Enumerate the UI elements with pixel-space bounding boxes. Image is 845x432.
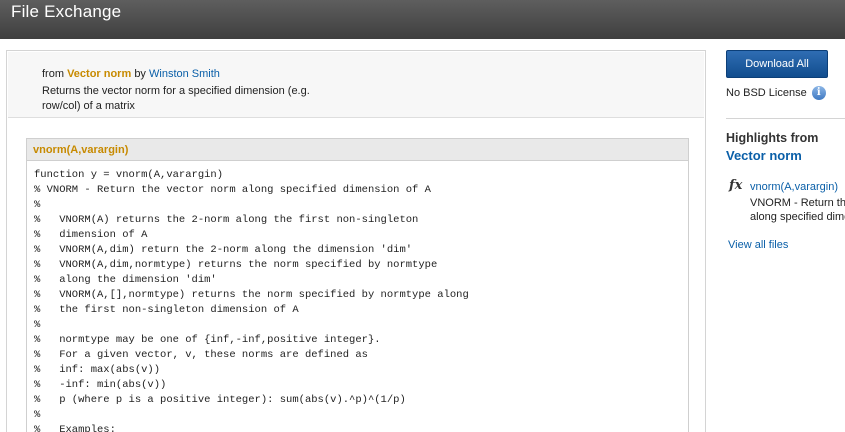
code-line: % along the dimension 'dim': [34, 274, 217, 286]
highlight-desc-line: VNORM - Return the: [750, 197, 845, 209]
info-icon[interactable]: i: [811, 86, 826, 100]
code-line: %: [34, 319, 41, 331]
code-line: % inf: max(abs(v)): [34, 364, 161, 376]
code-line: % VNORM(A,dim,normtype) returns the norm…: [34, 259, 438, 271]
download-all-button[interactable]: Download All: [726, 50, 828, 78]
code-line: % For a given vector, v, these norms are…: [34, 349, 368, 361]
highlight-description: VNORM - Return the along specified dime: [750, 196, 845, 224]
author-link[interactable]: Winston Smith: [149, 68, 220, 80]
code-line: % p (where p is a positive integer): sum…: [34, 394, 406, 406]
code-line: %: [34, 199, 41, 211]
file-name: vnorm(A,varargin): [33, 144, 129, 156]
function-icon: fx: [729, 178, 743, 193]
code-line: % normtype may be one of {inf,-inf,posit…: [34, 334, 381, 346]
highlights-submission-link[interactable]: Vector norm: [726, 148, 802, 163]
code-line: % VNORM(A,[],normtype) returns the norm …: [34, 289, 469, 301]
submission-summary: from Vector norm by Winston Smith Return…: [8, 52, 704, 118]
highlight-file-link[interactable]: vnorm(A,varargin): [750, 181, 838, 193]
code-line: % VNORM(A) returns the 2-norm along the …: [34, 214, 419, 226]
highlights-heading: Highlights from: [726, 131, 819, 145]
submission-link[interactable]: Vector norm: [67, 68, 131, 80]
sidebar: Download All No BSD License i Highlights…: [726, 50, 845, 432]
code-line: function y = vnorm(A,varargin): [34, 169, 224, 181]
page-title: File Exchange: [11, 2, 122, 21]
code-line: % dimension of A: [34, 229, 148, 241]
code-line: %: [34, 409, 41, 421]
code-line: % Examples:: [34, 424, 116, 432]
file-header: vnorm(A,varargin): [27, 139, 688, 161]
summary-source: from Vector norm by Winston Smith: [42, 68, 220, 80]
from-label: from: [42, 68, 64, 80]
file-panel: from Vector norm by Winston Smith Return…: [6, 50, 706, 432]
code-line: % VNORM - Return the vector norm along s…: [34, 184, 431, 196]
submission-description: Returns the vector norm for a specified …: [42, 85, 310, 112]
code-line: % VNORM(A,dim) return the 2-norm along t…: [34, 244, 413, 256]
sidebar-divider: [726, 118, 845, 119]
code-line: % -inf: min(abs(v)): [34, 379, 167, 391]
code-line: % the first non-singleton dimension of A: [34, 304, 299, 316]
page-header: File Exchange: [0, 0, 845, 39]
view-all-files-link[interactable]: View all files: [728, 239, 788, 251]
license-text: No BSD License: [726, 87, 807, 99]
code-listing: function y = vnorm(A,varargin) % VNORM - …: [34, 168, 684, 432]
code-viewer: vnorm(A,varargin) function y = vnorm(A,v…: [26, 138, 689, 432]
license-row: No BSD License i: [726, 86, 826, 100]
by-label: by: [134, 68, 146, 80]
highlight-desc-line: along specified dime: [750, 211, 845, 223]
